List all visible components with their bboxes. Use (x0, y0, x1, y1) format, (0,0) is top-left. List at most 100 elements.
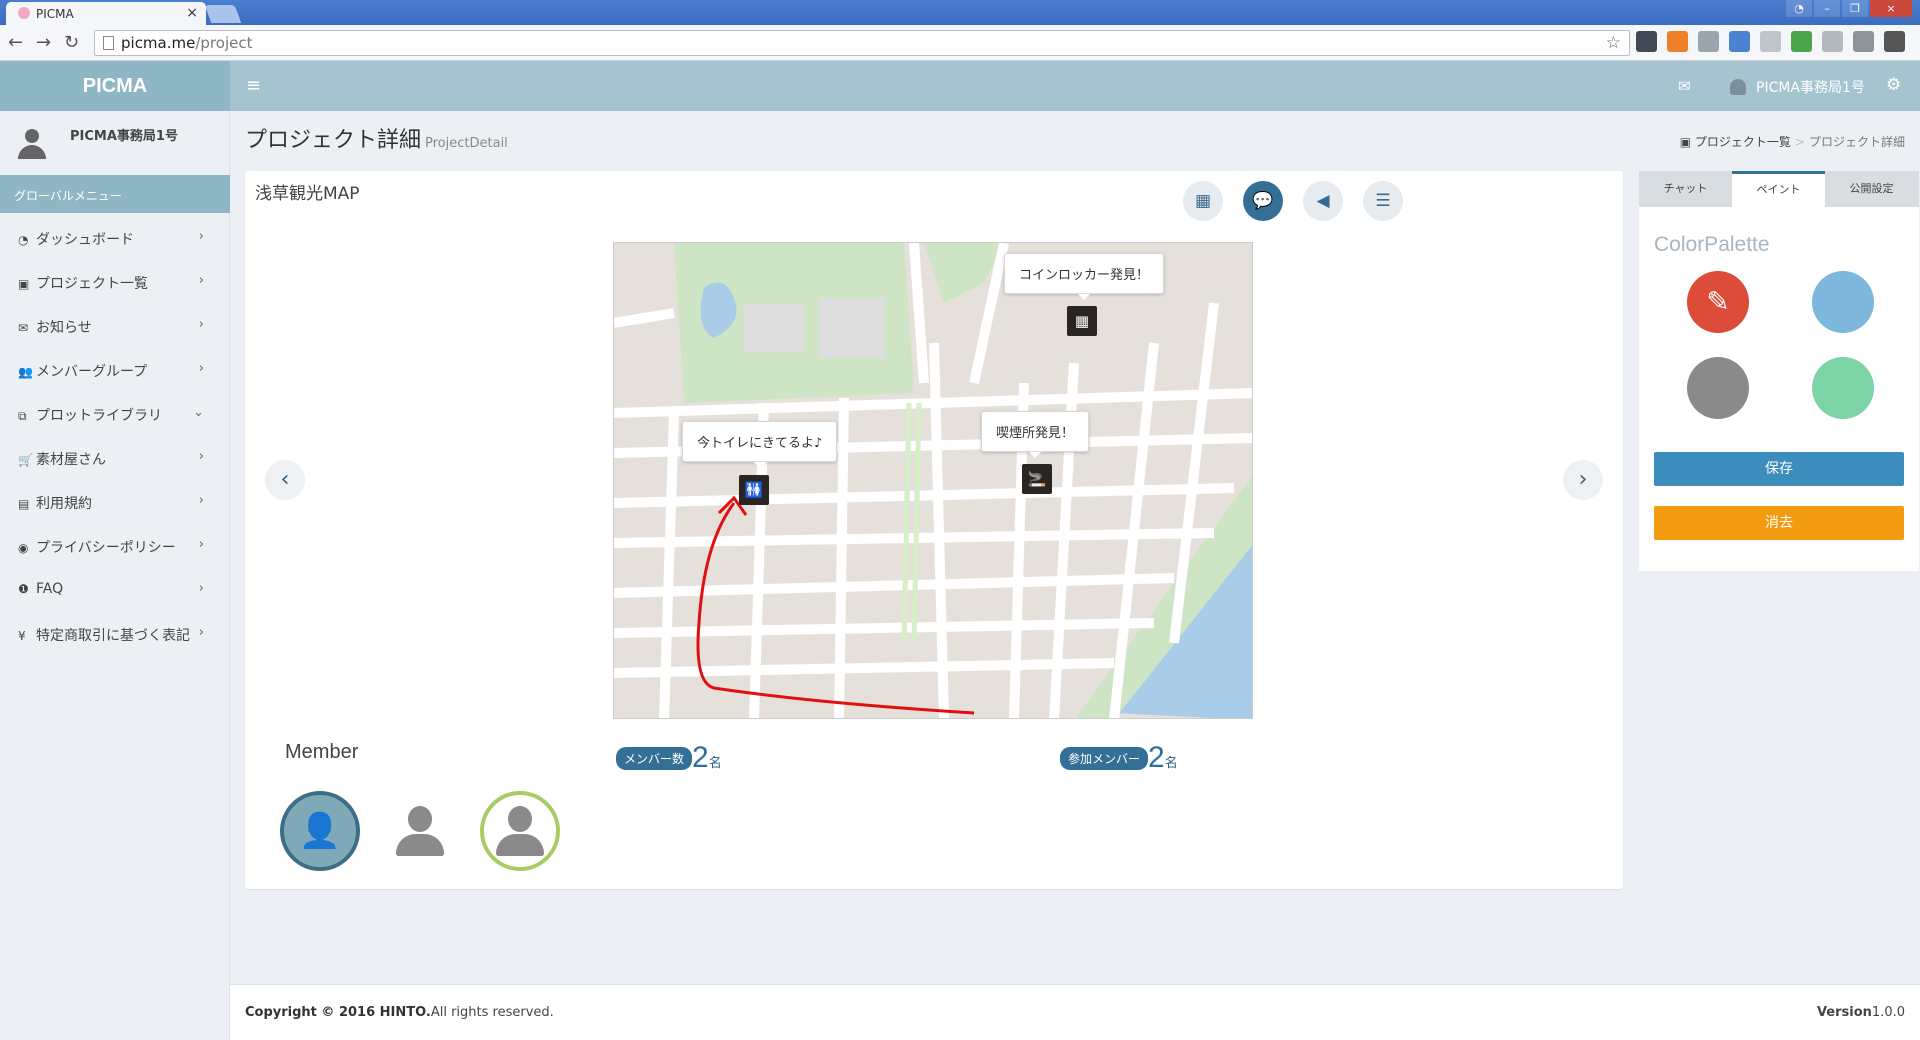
comments-button[interactable]: 💬 (1243, 181, 1283, 221)
chevron-right-icon: › (198, 493, 204, 508)
menu-icon[interactable] (1884, 31, 1905, 52)
tab-publish-settings[interactable]: 公開設定 (1825, 171, 1918, 207)
sidebar-item-label: ダッシュボード (36, 232, 134, 248)
list-view-button[interactable]: ☰ (1363, 181, 1403, 221)
restore-icon[interactable]: ❐ (1842, 0, 1868, 17)
forward-icon[interactable]: → (36, 32, 51, 53)
users-icon: 👥 (18, 365, 33, 379)
copyright-rest: All rights reserved. (430, 1005, 554, 1020)
address-bar[interactable]: picma.me/project ☆ (94, 30, 1630, 56)
panel-tabs: チャット ペイント 公開設定 (1639, 171, 1919, 207)
color-swatch-blue[interactable] (1812, 271, 1874, 333)
clover-icon[interactable] (1791, 31, 1812, 52)
color-swatch-gray[interactable] (1687, 357, 1749, 419)
grid-icon: ▦ (1194, 191, 1212, 211)
sidebar-item-commerce-law[interactable]: ¥ 特定商取引に基づく表記 › (0, 613, 230, 657)
page-title-text: プロジェクト詳細 (245, 128, 422, 153)
map-image (614, 243, 1252, 718)
tab-chat[interactable]: チャット (1639, 171, 1732, 207)
app-header: ≡ ✉ PICMA事務局1号 ⚙ (230, 61, 1920, 111)
chevron-right-icon: › (198, 361, 204, 376)
cloud-icon[interactable] (1760, 31, 1781, 52)
sidebar-item-notices[interactable]: ✉ お知らせ › (0, 305, 230, 349)
close-window-icon[interactable]: × (1870, 0, 1912, 17)
color-swatch-green[interactable] (1812, 357, 1874, 419)
header-user[interactable]: PICMA事務局1号 (1730, 77, 1865, 97)
settings-gear-icon[interactable]: ⚙ (1886, 75, 1901, 95)
url-path: /project (195, 34, 253, 52)
sidebar-item-privacy[interactable]: ◉ プライバシーポリシー › (0, 525, 230, 569)
window-controls: ◔ – ❐ × (1786, 0, 1912, 17)
map-note-smoking[interactable]: 喫煙所発見！ (981, 411, 1090, 458)
save-button[interactable]: 保存 (1654, 452, 1904, 486)
yen-icon: ¥ (18, 629, 26, 643)
user-profile: PICMA事務局1号 (0, 111, 229, 176)
tab-paint[interactable]: ペイント (1732, 171, 1825, 207)
sidebar-item-dashboard[interactable]: ◔ ダッシュボード › (0, 217, 230, 261)
sidebar-item-projects[interactable]: ▣ プロジェクト一覧 › (0, 261, 230, 305)
project-title: 浅草観光MAP (255, 184, 360, 204)
member-title: Member (285, 741, 359, 763)
prev-button[interactable]: ‹ (265, 460, 305, 500)
next-button[interactable]: › (1563, 460, 1603, 500)
add-member-button[interactable]: 👤 (280, 791, 360, 871)
analytics-icon[interactable] (1667, 31, 1688, 52)
project-map[interactable]: コインロッカー発見！ ▦ 今トイレにきてるよ♪ 🚻 喫煙所発見！ 🚬 (613, 242, 1253, 719)
clear-button[interactable]: 消去 (1654, 506, 1904, 540)
pocket-icon[interactable] (1636, 31, 1657, 52)
footer: Copyright © 2016 HINTO.All rights reserv… (230, 984, 1920, 1040)
sidebar-item-label: 素材屋さん (36, 452, 106, 468)
participant-count-number: 2 (1148, 741, 1165, 774)
version: Version1.0.0 (1817, 1005, 1905, 1020)
participant-count-badge: 参加メンバー (1060, 747, 1149, 770)
version-number: 1.0.0 (1871, 1005, 1905, 1020)
favicon-icon (18, 7, 30, 19)
sidebar-item-material-shop[interactable]: 🛒 素材屋さん › (0, 437, 230, 481)
color-swatch-red[interactable]: ✎ (1687, 271, 1749, 333)
map-note-restroom[interactable]: 今トイレにきてるよ♪ (682, 421, 838, 468)
sidebar-item-terms[interactable]: ▤ 利用規約 › (0, 481, 230, 525)
person-icon (393, 804, 447, 858)
tab-close-icon[interactable]: × (186, 5, 198, 21)
comments-icon: 💬 (1252, 191, 1274, 211)
bookmark-star-icon[interactable]: ☆ (1606, 33, 1621, 53)
sound-button[interactable]: ◀ (1303, 181, 1343, 221)
map-note-locker[interactable]: コインロッカー発見！ (1004, 253, 1165, 300)
grid-view-button[interactable]: ▦ (1183, 181, 1223, 221)
restroom-icon[interactable]: 🚻 (739, 475, 769, 505)
extension-icons (1636, 31, 1905, 52)
reload-icon[interactable]: ↻ (64, 32, 79, 53)
sidebar-item-plot-library[interactable]: ⧉ プロットライブラリ ⌄ (0, 393, 230, 437)
sidebar-item-label: プライバシーポリシー (36, 540, 176, 556)
chevron-right-icon: › (198, 581, 204, 596)
sidebar-item-member-groups[interactable]: 👥 メンバーグループ › (0, 349, 230, 393)
palette-title: ColorPalette (1654, 233, 1770, 256)
hamburger-icon[interactable]: ≡ (246, 75, 261, 96)
pencil-icon: ✎ (1706, 285, 1730, 318)
sidebar-item-faq[interactable]: ❶ FAQ › (0, 569, 230, 613)
chevron-right-icon: › (198, 625, 204, 640)
locker-icon[interactable]: ▦ (1067, 306, 1097, 336)
mail-icon[interactable]: ✉ (1678, 77, 1691, 95)
minimize-icon[interactable]: – (1814, 0, 1840, 17)
brand-logo[interactable]: PICMA (0, 61, 230, 111)
breadcrumb-projects-link[interactable]: プロジェクト一覧 (1695, 135, 1791, 149)
profile-icon[interactable]: ◔ (1786, 0, 1812, 17)
reader-icon[interactable] (1729, 31, 1750, 52)
camera-icon[interactable] (1853, 31, 1874, 52)
sidebar: PICMA事務局1号 グローバルメニュー ◔ ダッシュボード › ▣ プロジェクト一覧… (0, 111, 230, 1040)
member-count: メンバー数 2名 (616, 741, 722, 775)
back-icon[interactable]: ← (8, 32, 23, 53)
person-icon (493, 804, 547, 858)
participant-count-unit: 名 (1164, 756, 1178, 771)
browser-tab[interactable]: PICMA × (6, 2, 206, 25)
member-avatar-active[interactable] (480, 791, 560, 871)
copyright: Copyright © 2016 HINTO.All rights reserv… (245, 1005, 554, 1020)
handwrite-icon[interactable] (1698, 31, 1719, 52)
new-tab-button[interactable] (204, 5, 242, 23)
smoking-icon[interactable]: 🚬 (1022, 464, 1052, 494)
lock-icon: ◉ (18, 541, 29, 555)
sidebar-item-label: 特定商取引に基づく表記 (36, 628, 190, 644)
member-avatar[interactable] (380, 791, 460, 871)
equalizer-icon[interactable] (1822, 31, 1843, 52)
